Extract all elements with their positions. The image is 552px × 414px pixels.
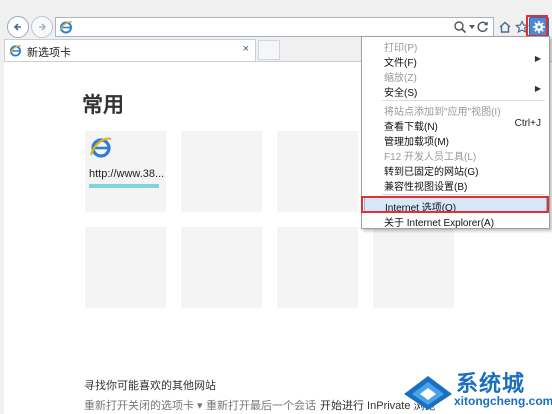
menu-label: 缩放(Z) <box>384 73 417 84</box>
menu-label: F12 开发人员工具(L) <box>384 152 477 163</box>
empty-tile[interactable] <box>181 227 262 308</box>
menu-separator <box>382 194 545 195</box>
tab-new[interactable]: 新选项卡 × <box>4 39 256 61</box>
home-icon <box>499 21 511 33</box>
empty-tile[interactable] <box>85 227 166 308</box>
ie-logo-icon <box>59 21 73 34</box>
menu-label: 将站点添加到"应用"视图(I) <box>384 107 501 118</box>
discover-sites-link[interactable]: 寻找你可能喜欢的其他网站 <box>84 377 216 393</box>
menu-item-file[interactable]: 文件(F) ▶ <box>362 53 549 69</box>
menu-label: 关于 Internet Explorer(A) <box>384 218 495 229</box>
empty-tile[interactable] <box>373 227 454 308</box>
menu-separator <box>382 100 545 101</box>
menu-label: 文件(F) <box>384 58 417 69</box>
empty-tile[interactable] <box>277 227 358 308</box>
menu-item-compat-view[interactable]: 兼容性视图设置(B) <box>362 177 549 193</box>
internet-options-highlight <box>361 196 549 213</box>
empty-tile[interactable] <box>181 131 262 212</box>
dropdown-icon[interactable] <box>469 24 475 30</box>
menu-item-about-ie[interactable]: 关于 Internet Explorer(A) <box>362 213 549 229</box>
empty-tile[interactable] <box>277 131 358 212</box>
submenu-arrow-icon: ▶ <box>534 84 541 93</box>
tab-title: 新选项卡 <box>27 47 71 59</box>
back-button[interactable] <box>7 16 29 38</box>
menu-item-dev-tools[interactable]: F12 开发人员工具(L) <box>362 147 549 163</box>
menu-item-pinned-sites[interactable]: 转到已固定的网站(G) <box>362 162 549 178</box>
new-tab-button[interactable] <box>258 40 280 60</box>
tile-url: http://www.38... <box>89 168 165 180</box>
close-tab-icon[interactable]: × <box>243 43 249 55</box>
menu-item-zoom[interactable]: 缩放(Z) <box>362 68 549 84</box>
search-icon[interactable] <box>453 20 467 34</box>
reopen-closed-tabs-link[interactable]: 重新打开关闭的选项卡 ▾ <box>84 397 203 413</box>
tile-activity-bar <box>89 184 159 188</box>
shortcut-label: Ctrl+J <box>514 118 541 129</box>
forward-arrow-icon <box>39 23 47 31</box>
ie-logo-icon <box>9 45 22 57</box>
menu-label: 安全(S) <box>384 88 418 99</box>
menu-label: 转到已固定的网站(G) <box>384 167 479 178</box>
menu-item-view-downloads[interactable]: 查看下载(N) Ctrl+J <box>362 117 549 133</box>
menu-label: 兼容性视图设置(B) <box>384 182 468 193</box>
menu-item-add-site-to-apps[interactable]: 将站点添加到"应用"视图(I) <box>362 102 549 118</box>
gear-highlight <box>526 15 548 37</box>
ie-logo-icon <box>89 137 112 158</box>
menu-item-manage-addons[interactable]: 管理加载项(M) <box>362 132 549 148</box>
refresh-icon[interactable] <box>476 20 489 33</box>
reopen-last-session-link[interactable]: 重新打开最后一个会话 <box>206 397 316 413</box>
submenu-arrow-icon: ▶ <box>534 54 541 63</box>
frequent-heading: 常用 <box>82 94 124 117</box>
watermark-url: xitongcheng.com <box>454 394 552 408</box>
site-tile[interactable]: http://www.38... <box>85 131 166 212</box>
address-bar[interactable] <box>55 17 494 37</box>
menu-label: 管理加载项(M) <box>384 137 449 148</box>
menu-item-safety[interactable]: 安全(S) ▶ <box>362 83 549 99</box>
menu-label: 查看下载(N) <box>384 122 438 133</box>
forward-button[interactable] <box>31 16 53 38</box>
menu-label: 打印(P) <box>384 43 418 54</box>
menu-item-print[interactable]: 打印(P) <box>362 38 549 54</box>
back-arrow-icon <box>13 23 21 31</box>
